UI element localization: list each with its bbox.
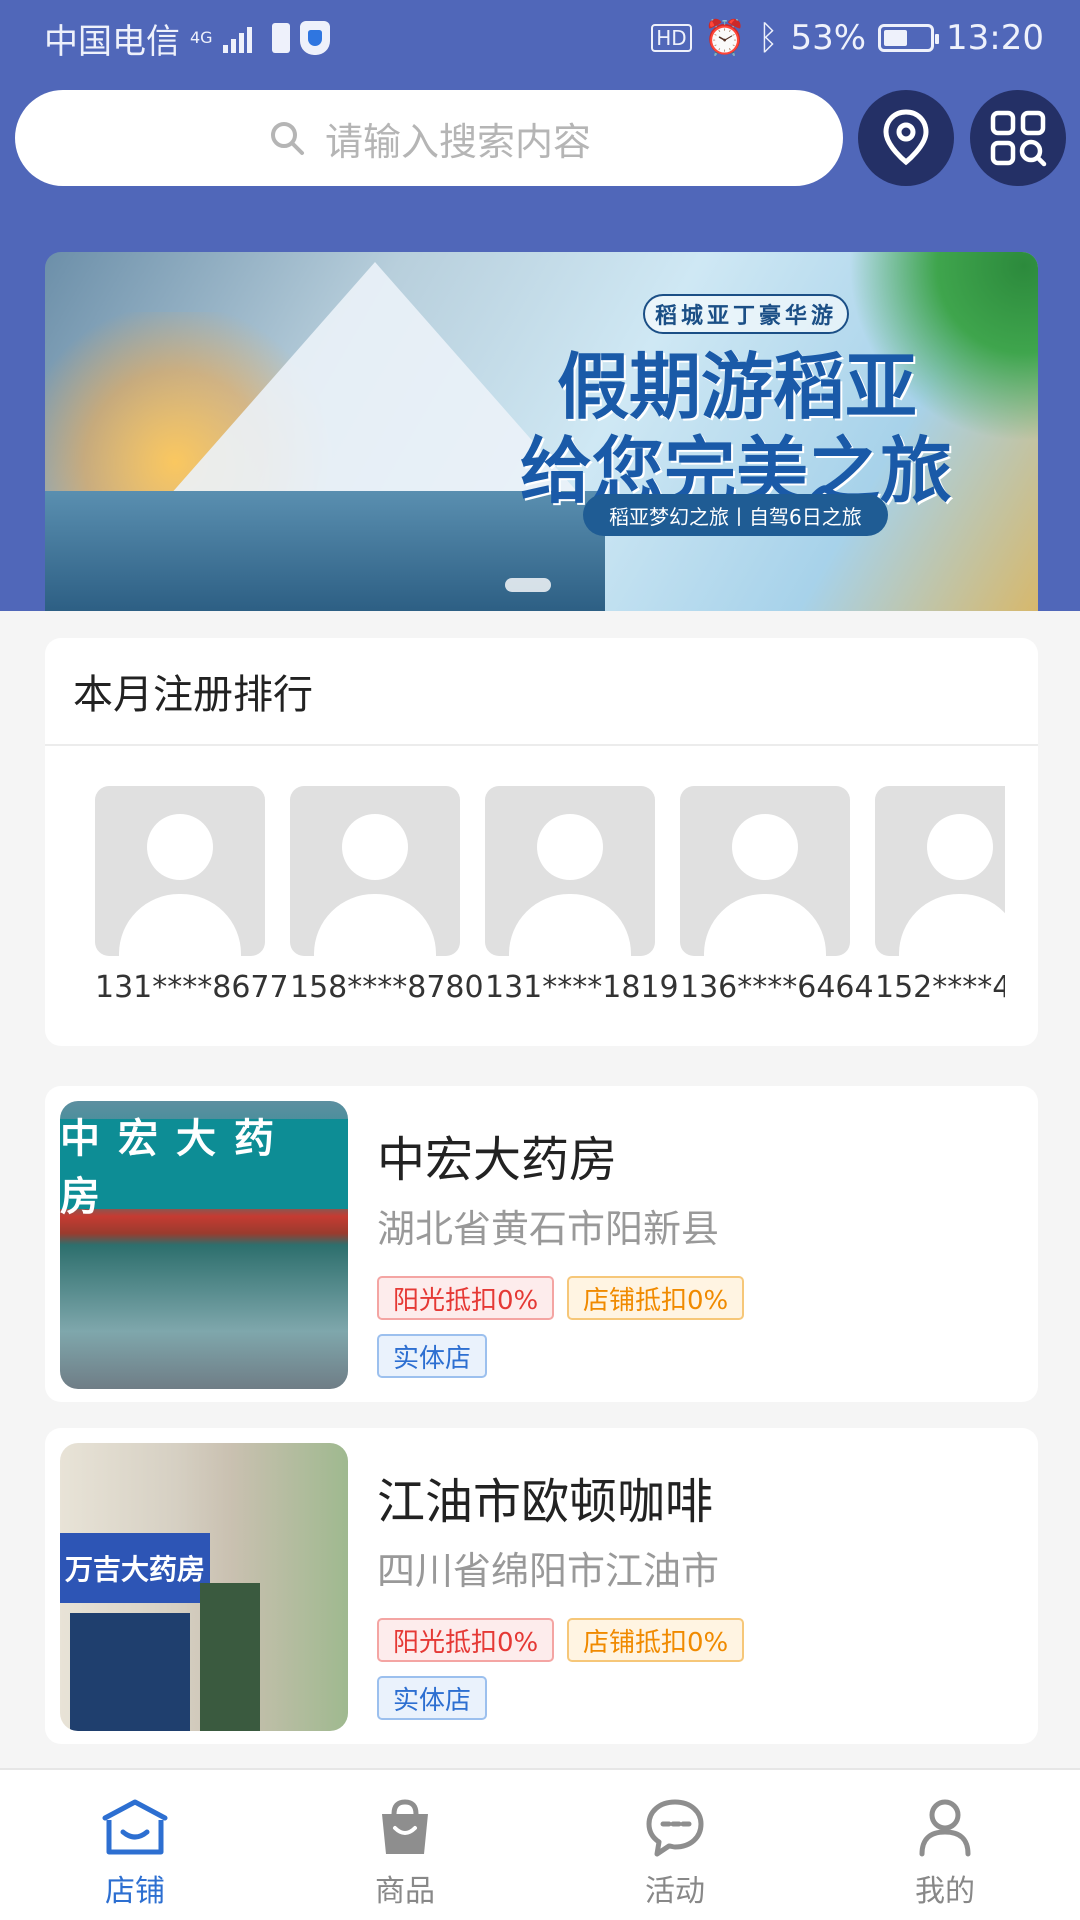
promo-banner[interactable]: 稻城亚丁豪华游 假期游稻亚 给您完美之旅 稻亚梦幻之旅丨自驾6日之旅 xyxy=(45,252,1038,611)
ranking-item[interactable]: 131****1819 xyxy=(485,786,679,1006)
battery-percent: 53% xyxy=(790,18,867,58)
shop-name: 中宏大药房 xyxy=(377,1132,618,1188)
shop-photo-door xyxy=(200,1583,260,1731)
ranking-list[interactable]: 131****8677 158****8780 131****1819 136*… xyxy=(95,786,1005,1006)
ranking-item[interactable]: 131****8677 xyxy=(95,786,289,1006)
location-icon xyxy=(883,109,929,166)
clock: 13:20 xyxy=(946,18,1044,58)
ranking-phone: 131****1819 xyxy=(485,970,679,1005)
shop-photo: 万吉大药房 xyxy=(60,1443,348,1731)
shop-photo-sign: 万吉大药房 xyxy=(60,1533,210,1603)
shop-address: 四川省绵阳市江油市 xyxy=(377,1549,720,1593)
bluetooth-icon: ᛒ xyxy=(758,18,779,58)
signal-icon xyxy=(222,23,252,53)
shop-address: 湖北省黄石市阳新县 xyxy=(377,1207,720,1251)
ranking-item[interactable]: 136****6464 xyxy=(680,786,874,1006)
shop-photo-door xyxy=(70,1613,190,1731)
bottom-tabbar: 店铺 商品 活动 我的 xyxy=(0,1768,1080,1920)
tab-label: 店铺 xyxy=(105,1874,165,1909)
chat-icon xyxy=(646,1799,704,1857)
banner-subtitle: 稻亚梦幻之旅丨自驾6日之旅 xyxy=(583,494,888,536)
tab-goods[interactable]: 商品 xyxy=(270,1770,540,1920)
tab-mine[interactable]: 我的 xyxy=(810,1770,1080,1920)
tab-shop[interactable]: 店铺 xyxy=(0,1770,270,1920)
avatar xyxy=(875,786,1005,956)
hd-icon: HD xyxy=(651,24,692,52)
tag-sunshine-deduction: 阳光抵扣0% xyxy=(377,1618,555,1662)
ranking-phone: 136****6464 xyxy=(680,970,874,1005)
search-input[interactable]: 请输入搜索内容 xyxy=(15,90,843,186)
search-placeholder: 请输入搜索内容 xyxy=(324,119,591,164)
avatar xyxy=(95,786,265,956)
shop-card[interactable]: 万吉大药房 江油市欧顿咖啡 四川省绵阳市江油市 阳光抵扣0% 店铺抵扣0% 实体… xyxy=(45,1428,1038,1744)
network-type: 4G xyxy=(190,28,213,47)
tab-label: 商品 xyxy=(375,1874,435,1909)
status-bar: 中国电信 4G HD ⏰ ᛒ 53% 13:20 xyxy=(0,0,1080,76)
shop-name: 江油市欧顿咖啡 xyxy=(377,1474,714,1530)
shop-icon xyxy=(102,1799,168,1855)
tab-label: 我的 xyxy=(915,1874,975,1909)
search-icon xyxy=(270,122,304,155)
alert-icon xyxy=(271,23,290,53)
carrier-label: 中国电信 xyxy=(44,21,180,62)
shop-photo-sign: 中宏大药房 xyxy=(60,1116,348,1220)
tab-activity[interactable]: 活动 xyxy=(540,1770,810,1920)
scan-icon xyxy=(990,110,1047,167)
scan-button[interactable] xyxy=(970,90,1066,186)
tag-shop-deduction: 店铺抵扣0% xyxy=(567,1276,745,1320)
shop-photo: 中宏大药房 xyxy=(60,1101,348,1389)
tag-shop-deduction: 店铺抵扣0% xyxy=(567,1618,745,1662)
tag-sunshine-deduction: 阳光抵扣0% xyxy=(377,1276,555,1320)
ranking-item[interactable]: 158****8780 xyxy=(290,786,484,1006)
alarm-icon: ⏰ xyxy=(703,18,747,58)
tag-physical-store: 实体店 xyxy=(377,1334,488,1378)
ranking-card: 本月注册排行 131****8677 158****8780 131****18… xyxy=(45,638,1038,1046)
avatar xyxy=(680,786,850,956)
battery-icon xyxy=(878,24,940,52)
avatar xyxy=(290,786,460,956)
location-button[interactable] xyxy=(858,90,954,186)
tab-label: 活动 xyxy=(645,1874,705,1909)
ranking-title: 本月注册排行 xyxy=(45,638,1038,746)
user-icon xyxy=(919,1799,971,1857)
banner-page-indicator[interactable] xyxy=(505,578,551,592)
ranking-phone: 131****8677 xyxy=(95,970,289,1005)
header: 中国电信 4G HD ⏰ ᛒ 53% 13:20 请输入搜索内容 稻城亚丁豪华游… xyxy=(0,0,1080,611)
bag-icon xyxy=(382,1799,428,1854)
shield-icon xyxy=(299,21,330,55)
ranking-item[interactable]: 152****41 xyxy=(875,786,1005,1006)
ranking-phone: 158****8780 xyxy=(290,970,484,1005)
tag-physical-store: 实体店 xyxy=(377,1676,488,1720)
shop-card[interactable]: 中宏大药房 中宏大药房 湖北省黄石市阳新县 阳光抵扣0% 店铺抵扣0% 实体店 xyxy=(45,1086,1038,1402)
ranking-phone: 152****41 xyxy=(875,970,1005,1005)
avatar xyxy=(485,786,655,956)
